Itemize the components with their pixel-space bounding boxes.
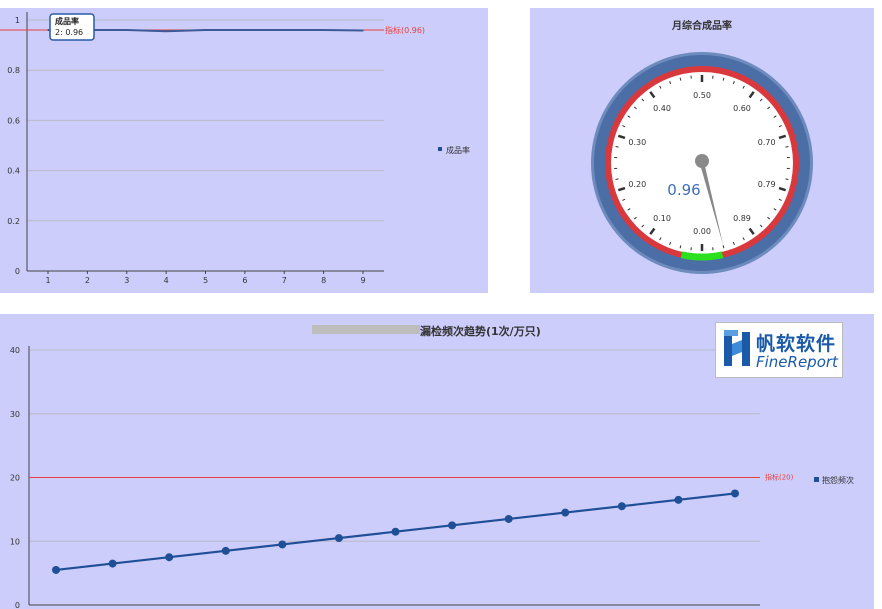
y-tick-label: 0.6	[7, 116, 20, 125]
data-point	[108, 559, 117, 568]
gauge-tick-label: 0.70	[758, 138, 776, 147]
data-point	[731, 489, 739, 498]
x-tick-label: 9	[360, 276, 365, 285]
data-point	[283, 29, 286, 31]
data-point	[334, 534, 343, 543]
legend-swatch	[814, 477, 819, 482]
data-point	[362, 29, 364, 32]
monthly-yield-gauge-panel: 月综合成品率 0.00 0.10 0.20 0.30 0.40 0.50 0.60 0.70 0.…	[530, 8, 874, 293]
x-tick-label: 3	[124, 276, 129, 285]
legend-label: 成品率	[446, 145, 470, 155]
redacted-title-prefix	[312, 325, 420, 334]
top-toolbar-strip	[0, 0, 882, 8]
y-tick-label: 0.4	[7, 167, 20, 176]
data-point	[221, 546, 230, 555]
data-point	[561, 508, 570, 517]
gauge-title: 月综合成品率	[671, 19, 732, 32]
gauge-tick-label: 0.00	[693, 227, 711, 236]
gauge-tick	[785, 146, 789, 148]
gauge-tick-label: 0.10	[653, 214, 671, 223]
y-tick-label: 0.8	[7, 66, 20, 75]
target-label: 指标(20)	[765, 473, 794, 482]
x-tick-label: 4	[164, 276, 169, 285]
y-tick-label: 40	[10, 346, 20, 355]
gauge-tick	[785, 178, 789, 180]
gauge-tick-label: 0.79	[758, 180, 776, 189]
data-point	[165, 553, 174, 562]
yield-rate-chart-panel: 0 0.2 0.4 0.6 0.8 1 1 2 3 4 5 6 7 8 9 指标(0.96) 成品率 成品率 2: …	[0, 8, 488, 293]
gauge-ok-band	[680, 251, 724, 261]
data-point	[504, 514, 513, 523]
gauge-tick-label: 0.60	[733, 104, 751, 113]
data-point	[391, 527, 400, 536]
data-point	[165, 30, 167, 33]
y-tick-label: 10	[10, 537, 20, 546]
x-tick-label: 6	[242, 276, 247, 285]
yield-rate-line-chart: 00.20.40.60.811 2 3 4 5 6 7 8 9指标(0.96)成品率成品率2: …	[0, 12, 470, 285]
gauge-needle-hub	[695, 154, 709, 168]
data-point	[244, 29, 246, 31]
data-point	[674, 495, 683, 504]
logo-name-en: FineReport	[756, 353, 838, 371]
logo-name-cn: 帆软软件	[756, 333, 837, 355]
data-point	[125, 29, 128, 31]
chart-title: 漏检频次趋势(1次/万只)	[420, 324, 541, 338]
tooltip-title: 成品率	[55, 16, 79, 26]
x-tick-label: 1	[45, 276, 50, 285]
gauge-tick-label: 0.50	[693, 91, 711, 100]
gauge-value-label: 0.96	[667, 181, 700, 199]
data-point	[52, 565, 60, 574]
gauge-tick	[615, 178, 619, 180]
gauge-tick-label: 0.89	[733, 214, 751, 223]
data-point	[448, 521, 457, 530]
y-tick-label: 0	[15, 267, 20, 276]
legend-swatch	[438, 147, 442, 151]
gauge-tick-label: 0.30	[628, 138, 646, 147]
legend-label: 抱怨频次	[822, 475, 854, 485]
y-tick-label: 0.2	[7, 217, 20, 226]
gauge-tick-label: 0.40	[653, 104, 671, 113]
monthly-yield-gauge: 月综合成品率 0.00 0.10 0.20 0.30 0.40 0.50 0.60 0.70 0.…	[591, 19, 813, 274]
y-tick-label: 20	[10, 474, 20, 483]
y-tick-label: 30	[10, 410, 20, 419]
finereport-logo: 帆软软件 FineReport	[715, 322, 843, 378]
x-tick-label: 7	[282, 276, 287, 285]
finereport-logo-mark-icon	[724, 330, 750, 366]
y-tick-label: 0	[15, 601, 20, 609]
data-point	[278, 540, 287, 549]
gauge-tick-label: 0.20	[628, 180, 646, 189]
x-tick-label: 2	[85, 276, 90, 285]
gauge-tick	[615, 146, 619, 148]
x-tick-label: 5	[203, 276, 208, 285]
data-point	[47, 29, 49, 31]
data-point	[322, 29, 325, 31]
y-tick-label: 1	[15, 16, 20, 25]
tooltip-text: 2: 0.96	[55, 28, 83, 37]
target-label: 指标(0.96)	[385, 25, 425, 35]
x-tick-label: 8	[321, 276, 326, 285]
data-point	[204, 29, 207, 31]
data-point	[617, 502, 626, 511]
